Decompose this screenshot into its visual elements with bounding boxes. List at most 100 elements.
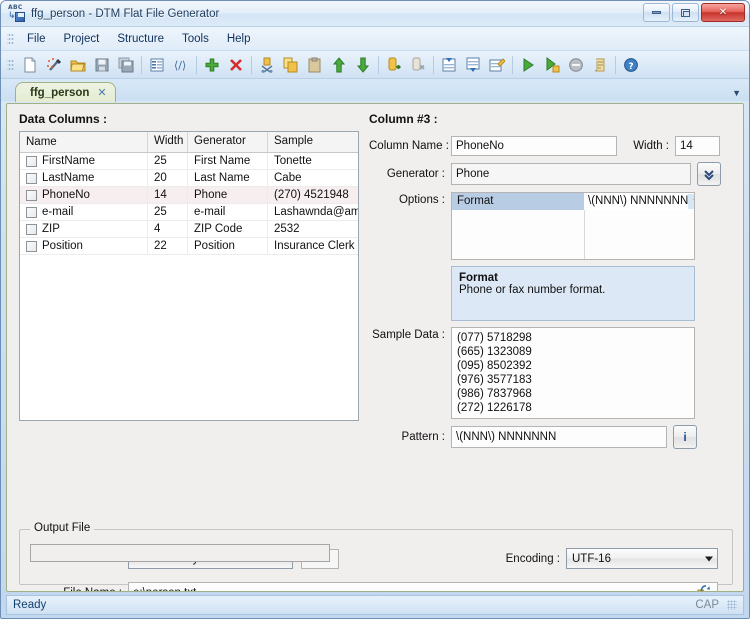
grid-header-sample[interactable]: Sample <box>268 132 358 152</box>
sample-data-line: (077) 5718298 <box>457 332 532 344</box>
table-row[interactable]: Position 22 Position Insurance Clerk <box>20 237 358 255</box>
progress-bar <box>30 544 330 562</box>
new-document-icon[interactable] <box>18 53 42 77</box>
data-columns-title: Data Columns : <box>19 112 108 126</box>
title-bar: ABC ↳ ffg_person - DTM Flat File Generat… <box>1 1 749 27</box>
open-folder-browse-icon[interactable] <box>697 585 714 591</box>
tab-close-icon[interactable]: ✕ <box>97 86 106 99</box>
cell-sample: Cabe <box>274 171 302 184</box>
menu-item-project[interactable]: Project <box>55 30 109 48</box>
edit-table-icon[interactable] <box>485 53 509 77</box>
import-table-icon[interactable] <box>437 53 461 77</box>
cell-name: PhoneNo <box>42 188 90 201</box>
run-step-icon[interactable] <box>540 53 564 77</box>
run-play-icon[interactable] <box>516 53 540 77</box>
data-columns-grid[interactable]: Name Width Generator Sample FirstName 25… <box>19 131 359 421</box>
tab-ffg-person[interactable]: ffg_person ✕ <box>15 82 116 102</box>
toolbar-separator <box>433 55 434 74</box>
generator-input[interactable]: Phone <box>451 163 691 185</box>
svg-text:⟨/⟩: ⟨/⟩ <box>174 59 186 72</box>
sample-data-line: (095) 8502392 <box>457 360 532 372</box>
sample-data-line: (986) 7837968 <box>457 388 532 400</box>
options-row: Options : Format \(NNN\) NNNNNNN ▼ <box>369 192 733 260</box>
minimize-button[interactable] <box>643 3 670 22</box>
row-checkbox[interactable] <box>26 223 37 235</box>
table-row[interactable]: FirstName 25 First Name Tonette <box>20 152 358 170</box>
option-row-format[interactable]: Format \(NNN\) NNNNNNN ▼ <box>452 193 694 210</box>
table-row[interactable]: PhoneNo 14 Phone (270) 4521948 <box>20 186 358 204</box>
cell-generator: Last Name <box>188 169 268 187</box>
menu-item-structure[interactable]: Structure <box>108 30 173 48</box>
sample-data-box[interactable]: (077) 5718298 (665) 1323089 (095) 850239… <box>451 327 695 419</box>
grid-header-name[interactable]: Name <box>20 132 148 152</box>
stop-icon[interactable] <box>564 53 588 77</box>
option-value-cell[interactable]: \(NNN\) NNNNNNN ▼ <box>585 193 694 210</box>
resize-gripper[interactable] <box>727 600 737 610</box>
wizard-wand-icon[interactable] <box>42 53 66 77</box>
properties-grid-icon[interactable] <box>145 53 169 77</box>
status-bar: Ready CAP <box>6 595 744 615</box>
table-row[interactable]: LastName 20 Last Name Cabe <box>20 169 358 187</box>
toolbar-grip-handle[interactable] <box>7 57 14 72</box>
remove-column-icon[interactable] <box>406 53 430 77</box>
export-table-icon[interactable] <box>461 53 485 77</box>
open-folder-icon[interactable] <box>66 53 90 77</box>
row-checkbox[interactable] <box>26 155 37 167</box>
cell-generator: Phone <box>188 186 268 204</box>
add-column-icon[interactable] <box>382 53 406 77</box>
width-input[interactable]: 14 <box>675 136 720 156</box>
column-name-label: Column Name : <box>369 140 449 152</box>
generator-label: Generator : <box>386 168 445 180</box>
toolbar: ⟨/⟩ ? <box>1 51 749 79</box>
script-icon[interactable] <box>588 53 612 77</box>
row-checkbox[interactable] <box>26 206 37 218</box>
row-checkbox[interactable] <box>26 172 37 184</box>
option-description-title: Format <box>459 272 498 284</box>
application-window: ABC ↳ ffg_person - DTM Flat File Generat… <box>0 0 750 619</box>
menu-grip-handle[interactable] <box>7 31 14 46</box>
move-up-arrow-icon[interactable] <box>327 53 351 77</box>
chevron-down-icon[interactable]: ▼ <box>688 194 694 209</box>
maximize-button[interactable] <box>672 3 699 22</box>
options-grid[interactable]: Format \(NNN\) NNNNNNN ▼ <box>451 192 695 260</box>
sample-data-line: (976) 3577183 <box>457 374 532 386</box>
column-name-input[interactable]: PhoneNo <box>451 136 617 156</box>
client-area: Data Columns : Name Width Generator Samp… <box>6 103 744 592</box>
output-file-group: Output File File Format : Delimited ByTa… <box>19 522 733 591</box>
file-name-input[interactable]: e:\person.txt <box>128 582 718 591</box>
svg-text:?: ? <box>628 62 633 72</box>
delete-cross-icon[interactable] <box>224 53 248 77</box>
options-label: Options : <box>398 194 445 206</box>
encoding-select[interactable]: UTF-16 <box>566 548 718 569</box>
add-plus-icon[interactable] <box>200 53 224 77</box>
grid-header-generator[interactable]: Generator <box>188 132 268 152</box>
output-file-legend: Output File <box>30 522 95 534</box>
close-button[interactable]: ✕ <box>701 3 745 22</box>
xml-tags-icon[interactable]: ⟨/⟩ <box>169 53 193 77</box>
cell-generator: First Name <box>188 152 268 170</box>
cell-sample: Insurance Clerk <box>274 239 355 252</box>
table-row[interactable]: e-mail 25 e-mail Lashawnda@ambac.com <box>20 203 358 221</box>
menu-item-file[interactable]: File <box>18 30 55 48</box>
pattern-info-button[interactable]: i <box>673 425 697 449</box>
column-panel-title: Column #3 : <box>369 112 438 126</box>
save-all-icon[interactable] <box>114 53 138 77</box>
copy-icon[interactable] <box>279 53 303 77</box>
move-down-arrow-icon[interactable] <box>351 53 375 77</box>
cut-scissors-icon[interactable] <box>255 53 279 77</box>
table-row[interactable]: ZIP 4 ZIP Code 2532 <box>20 220 358 238</box>
save-disk-icon[interactable] <box>90 53 114 77</box>
pattern-input[interactable]: \(NNN\) NNNNNNN <box>451 426 667 448</box>
paste-clipboard-icon[interactable] <box>303 53 327 77</box>
row-checkbox[interactable] <box>26 240 37 252</box>
menu-item-help[interactable]: Help <box>218 30 260 48</box>
menu-item-tools[interactable]: Tools <box>173 30 218 48</box>
option-description-text: Phone or fax number format. <box>459 284 606 296</box>
chevron-down-icon <box>705 556 713 561</box>
row-checkbox[interactable] <box>26 189 37 201</box>
grid-header-width[interactable]: Width <box>148 132 188 152</box>
column-detail-panel: Column #3 : Column Name : PhoneNo Width … <box>369 112 733 455</box>
double-chevron-down-icon[interactable] <box>697 162 721 186</box>
chevron-down-icon[interactable]: ▼ <box>732 88 741 98</box>
help-question-icon[interactable]: ? <box>619 53 643 77</box>
